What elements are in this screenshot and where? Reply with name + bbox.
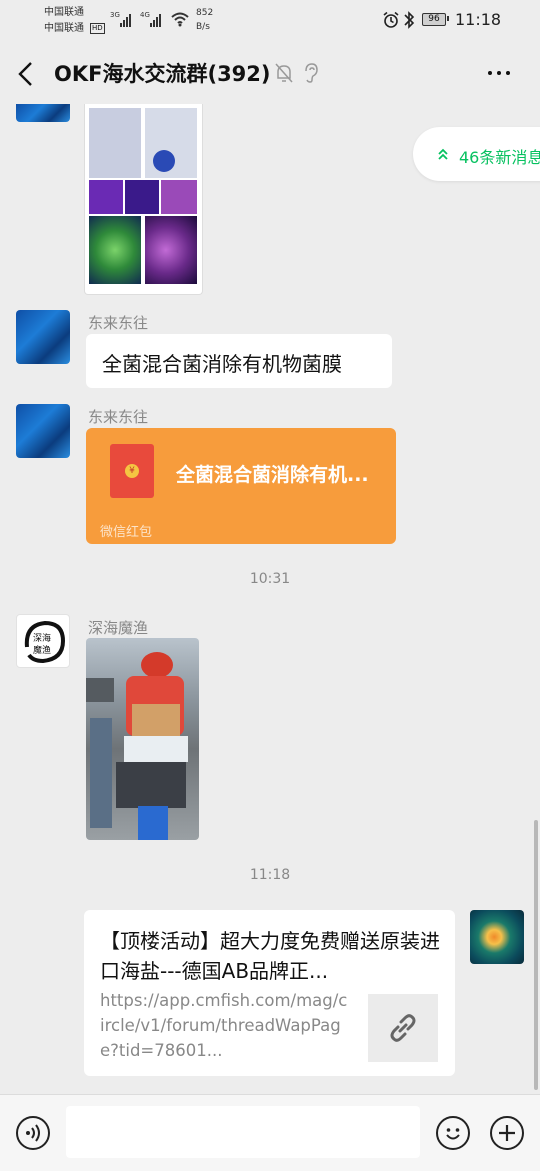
more-dots-icon[interactable]: [488, 71, 510, 75]
photo-tile: [145, 108, 197, 178]
carrier-2: 中国联通: [44, 23, 84, 34]
earpiece-icon: [305, 63, 318, 83]
new-messages-pill[interactable]: 46条新消息: [413, 127, 540, 181]
chat-title: OKF海水交流群(392): [54, 62, 271, 86]
scrollbar[interactable]: [534, 820, 538, 1090]
red-packet-label: 微信红包: [100, 525, 153, 540]
image-message[interactable]: [84, 104, 203, 295]
sender-name: 深海魔渔: [88, 619, 149, 637]
emoji-icon[interactable]: [436, 1116, 470, 1150]
text-bubble[interactable]: 全菌混合菌消除有机物菌膜: [86, 334, 392, 388]
sender-name: 东来东往: [88, 408, 149, 426]
photo-tile: [89, 180, 123, 214]
carrier-1: 中国联通: [44, 7, 84, 18]
net-speed-value: 852: [196, 8, 214, 18]
avatar[interactable]: 深海 魔渔: [16, 614, 70, 668]
input-bar: [0, 1094, 540, 1171]
bluetooth-icon: [404, 11, 415, 29]
svg-text:深海: 深海: [33, 632, 51, 644]
message-text: 全菌混合菌消除有机物菌膜: [102, 352, 342, 376]
link-card[interactable]: 【顶楼活动】超大力度免费赠送原装进口海盐---德国AB品牌正... https:…: [84, 910, 455, 1076]
svg-text:魔渔: 魔渔: [33, 644, 51, 656]
back-arrow-icon[interactable]: [16, 60, 36, 88]
net-type-2: 4G: [140, 11, 150, 19]
avatar[interactable]: [16, 404, 70, 458]
red-packet-title: 全菌混合菌消除有机...: [176, 464, 369, 486]
avatar[interactable]: [16, 104, 70, 122]
status-time: 11:18: [455, 10, 502, 29]
signal-2-icon: [150, 12, 161, 27]
photo-tile: [125, 180, 159, 214]
calligraphy-logo-icon: 深海 魔渔: [24, 620, 66, 664]
sender-name: 东来东往: [88, 314, 149, 332]
net-type-1: 3G: [110, 11, 120, 19]
voice-icon[interactable]: [16, 1116, 50, 1150]
hd-badge: HD: [90, 23, 105, 34]
avatar[interactable]: [16, 310, 70, 364]
photo-tile: [145, 216, 197, 284]
bell-off-icon: [275, 63, 293, 83]
battery-icon: 96: [422, 13, 446, 26]
timestamp: 11:18: [249, 867, 291, 883]
photo-tile: [161, 180, 197, 214]
message-input[interactable]: [66, 1106, 420, 1158]
red-packet-message[interactable]: ¥ 全菌混合菌消除有机... 微信红包: [86, 428, 396, 544]
timestamp: 10:31: [249, 571, 291, 587]
link-thumbnail: [368, 994, 438, 1062]
alarm-icon: [383, 11, 399, 28]
plus-icon[interactable]: [490, 1116, 524, 1150]
photo-message[interactable]: [86, 638, 199, 840]
photo-tile: [89, 108, 141, 178]
avatar[interactable]: [470, 910, 524, 964]
status-bar: 中国联通 中国联通 HD 3G 4G 852 B/s 96 11:18: [0, 0, 540, 44]
new-messages-label: 46条新消息: [459, 148, 540, 167]
link-icon: [390, 1014, 416, 1042]
photo-tile: [89, 216, 141, 284]
net-speed-unit: B/s: [196, 22, 210, 32]
link-title: 【顶楼活动】超大力度免费赠送原装进口海盐---德国AB品牌正...: [100, 929, 440, 983]
red-packet-icon: ¥: [110, 444, 154, 498]
double-chevron-up-icon: [438, 148, 448, 160]
link-url: https://app.cmfish.com/mag/circle/v1/for…: [100, 991, 348, 1060]
signal-1-icon: [120, 12, 131, 27]
wifi-icon: [171, 12, 189, 27]
battery-tip: [447, 16, 449, 21]
chat-header: OKF海水交流群(392): [0, 44, 540, 104]
